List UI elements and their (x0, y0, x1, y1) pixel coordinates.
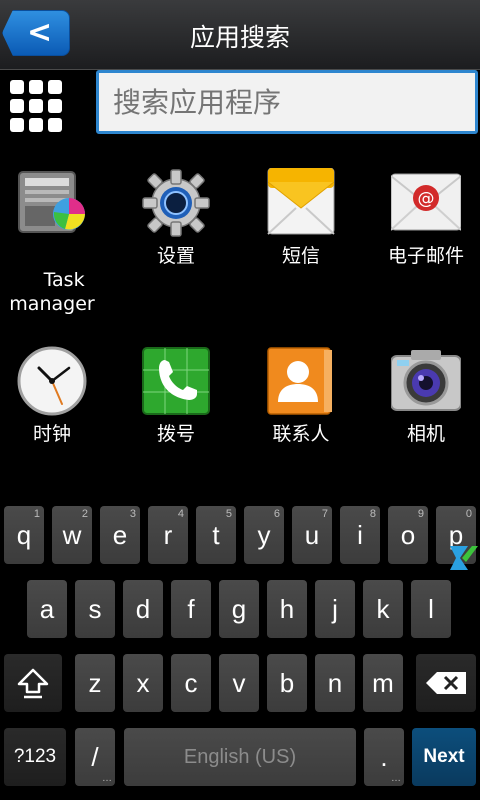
key-z[interactable]: z (75, 654, 115, 712)
space-key[interactable]: English (US) (124, 728, 356, 786)
key-b[interactable]: b (267, 654, 307, 712)
app-label: 时钟 (32, 423, 71, 445)
key-u[interactable]: u7 (292, 506, 332, 564)
app-label: 设置 (156, 245, 195, 267)
key-w[interactable]: w2 (52, 506, 92, 564)
key-l[interactable]: l (411, 580, 451, 638)
clock-icon (17, 346, 87, 416)
soft-keyboard: q1 w2 e3 r4 t5 y6 u7 i8 o9 p0 a s d f g … (0, 500, 480, 800)
backspace-icon (426, 672, 466, 694)
key-e[interactable]: e3 (100, 506, 140, 564)
period-key[interactable]: .… (364, 728, 404, 786)
message-envelope-icon (266, 167, 336, 238)
app-label: 电子邮件 (387, 245, 464, 267)
symbols-key[interactable]: ?123 (4, 728, 66, 786)
key-v[interactable]: v (219, 654, 259, 712)
app-label: 拨号 (156, 423, 195, 445)
key-s[interactable]: s (75, 580, 115, 638)
backspace-key[interactable] (416, 654, 476, 712)
app-label: 短信 (281, 245, 320, 267)
slash-key[interactable]: /… (75, 728, 115, 786)
title-bar: < 应用搜索 (0, 0, 480, 70)
key-n[interactable]: n (315, 654, 355, 712)
contacts-icon (266, 346, 336, 416)
key-q[interactable]: q1 (4, 506, 44, 564)
page-title: 应用搜索 (189, 23, 290, 52)
key-g[interactable]: g (219, 580, 259, 638)
key-k[interactable]: k (363, 580, 403, 638)
app-label: 相机 (406, 423, 445, 445)
key-h[interactable]: h (267, 580, 307, 638)
settings-gear-icon (141, 168, 211, 238)
app-label: Task manager (9, 269, 95, 315)
app-label: 联系人 (272, 423, 330, 445)
key-m[interactable]: m (363, 654, 403, 712)
key-j[interactable]: j (315, 580, 355, 638)
key-t[interactable]: t5 (196, 506, 236, 564)
key-d[interactable]: d (123, 580, 163, 638)
app-grid-icon[interactable] (10, 80, 62, 132)
shift-arrow-icon (17, 668, 49, 699)
key-i[interactable]: i8 (340, 506, 380, 564)
task-manager-icon (17, 168, 87, 238)
key-f[interactable]: f (171, 580, 211, 638)
shift-key[interactable] (4, 654, 62, 712)
email-icon: @ (390, 168, 462, 238)
key-a[interactable]: a (27, 580, 67, 638)
svg-text:@: @ (418, 189, 435, 209)
key-y[interactable]: y6 (244, 506, 284, 564)
camera-icon (390, 346, 462, 416)
search-input[interactable] (96, 70, 478, 134)
key-x[interactable]: x (123, 654, 163, 712)
watermark-logo-icon (446, 542, 480, 576)
key-o[interactable]: o9 (388, 506, 428, 564)
key-c[interactable]: c (171, 654, 211, 712)
key-r[interactable]: r4 (148, 506, 188, 564)
phone-dialer-icon (141, 346, 211, 416)
next-key[interactable]: Next (412, 728, 476, 786)
